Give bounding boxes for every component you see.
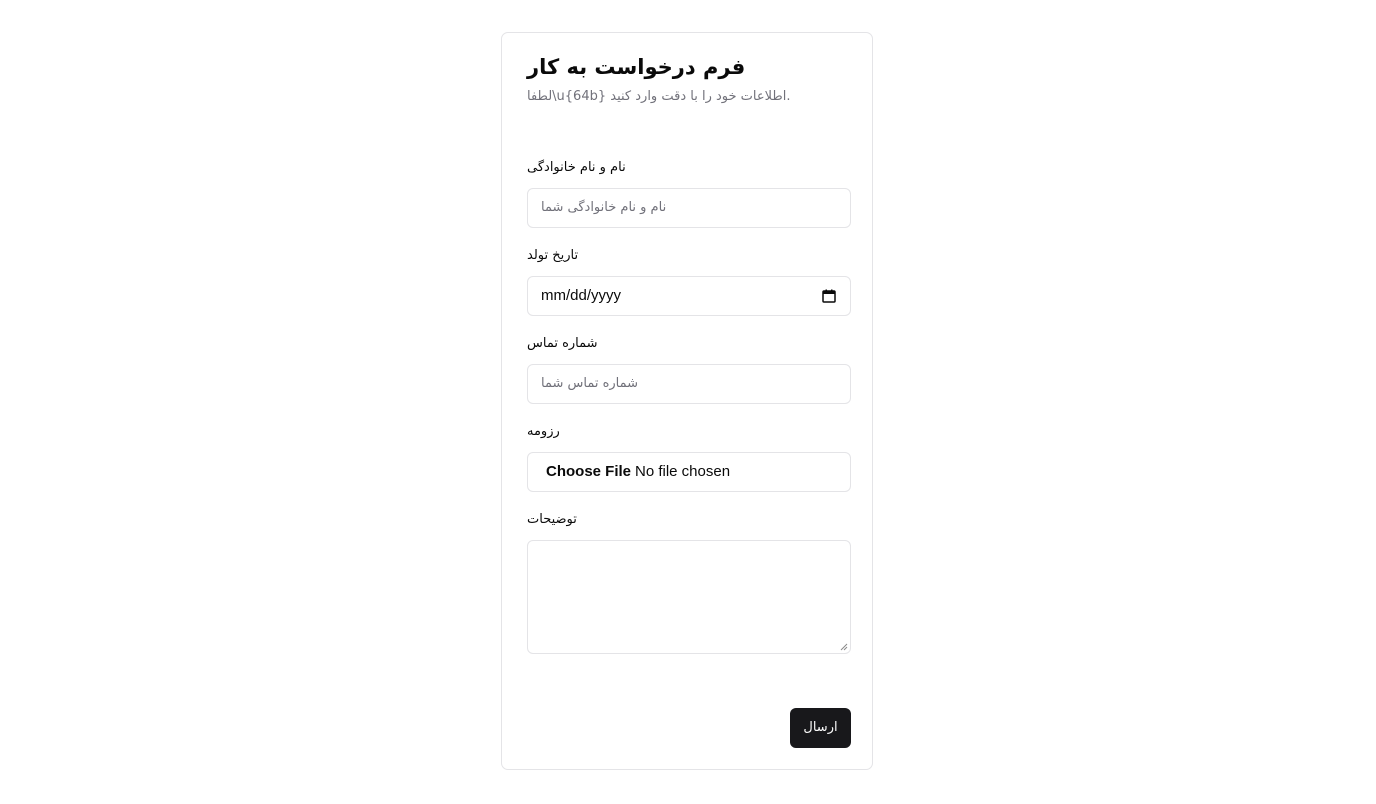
submit-button[interactable]: ارسال xyxy=(790,708,851,748)
choose-file-button[interactable]: Choose File xyxy=(546,462,631,482)
full-name-placeholder: نام و نام خانوادگی شما xyxy=(541,200,667,215)
phone-placeholder: شماره تماس شما xyxy=(541,376,639,391)
resize-grip-icon[interactable] xyxy=(840,643,848,651)
phone-label: شماره تماس xyxy=(527,336,598,351)
file-status-text: No file chosen xyxy=(635,463,731,480)
full-name-label: نام و نام خانوادگی xyxy=(527,160,626,175)
application-form-card: فرم درخواست به کار لطفا\u{64b} اطلاعات خ… xyxy=(501,32,873,770)
description-label: توضیحات xyxy=(527,512,577,527)
birth-date-input[interactable]: mm/dd/yyyy xyxy=(527,276,851,316)
full-name-input[interactable]: نام و نام خانوادگی شما xyxy=(527,188,851,228)
form-subtitle: لطفا\u{64b} اطلاعات خود را با دقت وارد ک… xyxy=(527,89,791,104)
resume-label: رزومه xyxy=(527,424,560,439)
resume-file-input[interactable]: Choose File No file chosen xyxy=(527,452,851,492)
calendar-icon[interactable] xyxy=(822,289,836,303)
birth-date-label: تاریخ تولد xyxy=(527,248,579,263)
description-textarea[interactable] xyxy=(527,540,851,654)
birth-date-value: mm/dd/yyyy xyxy=(541,287,622,304)
form-title: فرم درخواست به کار xyxy=(527,55,746,79)
phone-input[interactable]: شماره تماس شما xyxy=(527,364,851,404)
